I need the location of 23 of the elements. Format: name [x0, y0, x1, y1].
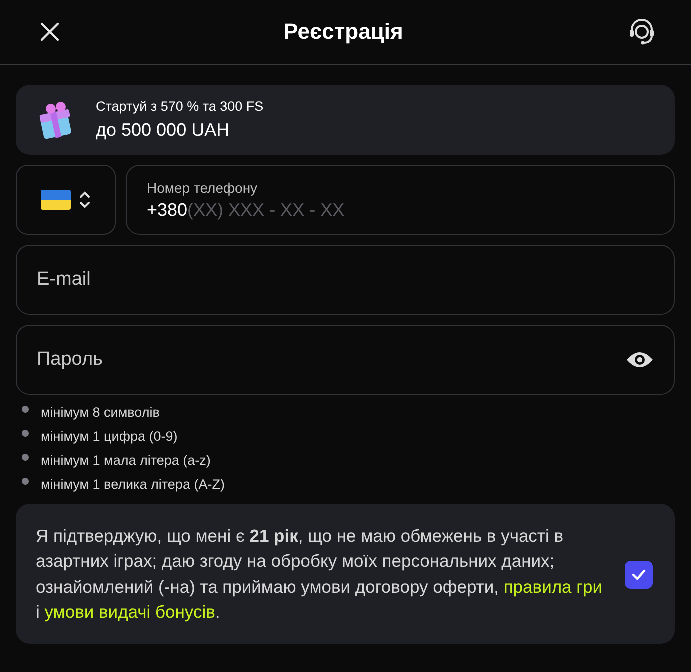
flag-icon	[41, 190, 71, 210]
password-input[interactable]: Пароль	[37, 349, 626, 371]
consent-link[interactable]: правила гри	[504, 576, 603, 597]
consent-link[interactable]: умови видачі бонусів	[44, 602, 216, 622]
eye-icon	[626, 351, 654, 369]
up-down-chevron-icon	[79, 190, 91, 210]
password-requirement: мінімум 1 мала літера (a-z)	[41, 453, 211, 468]
promo-subtitle: Стартуй з 570 % та 300 FS	[96, 99, 264, 114]
password-requirement: мінімум 1 цифра (0-9)	[41, 429, 178, 444]
page-title: Реєстрація	[284, 19, 404, 45]
phone-number-input[interactable]: (XX) XXX - XX - XX	[188, 200, 654, 220]
consent-checkbox[interactable]	[625, 560, 653, 589]
email-field[interactable]: E-mail	[16, 245, 675, 315]
country-selector[interactable]	[16, 165, 116, 235]
password-requirement: мінімум 8 символів	[41, 405, 160, 420]
phone-field[interactable]: Номер телефону +380(XX) XXX - XX - XX	[126, 165, 675, 235]
password-requirement: мінімум 1 велика літера (A-Z)	[41, 477, 225, 492]
promo-amount: до 500 000 UAH	[96, 120, 231, 141]
password-field[interactable]: Пароль	[16, 325, 675, 395]
show-password-button[interactable]	[626, 351, 654, 369]
checkmark-icon	[632, 568, 646, 581]
consent-text: Я підтверджую, що мені є 21 рік, що не маю обмежень в участі в азартних іграх; даю згоду на обробку моїх персональних даних; ознайомлений (-на) та приймаю умови договору оферти, правила гри і умови видачі бонусів.	[36, 525, 604, 624]
close-icon	[40, 22, 60, 42]
